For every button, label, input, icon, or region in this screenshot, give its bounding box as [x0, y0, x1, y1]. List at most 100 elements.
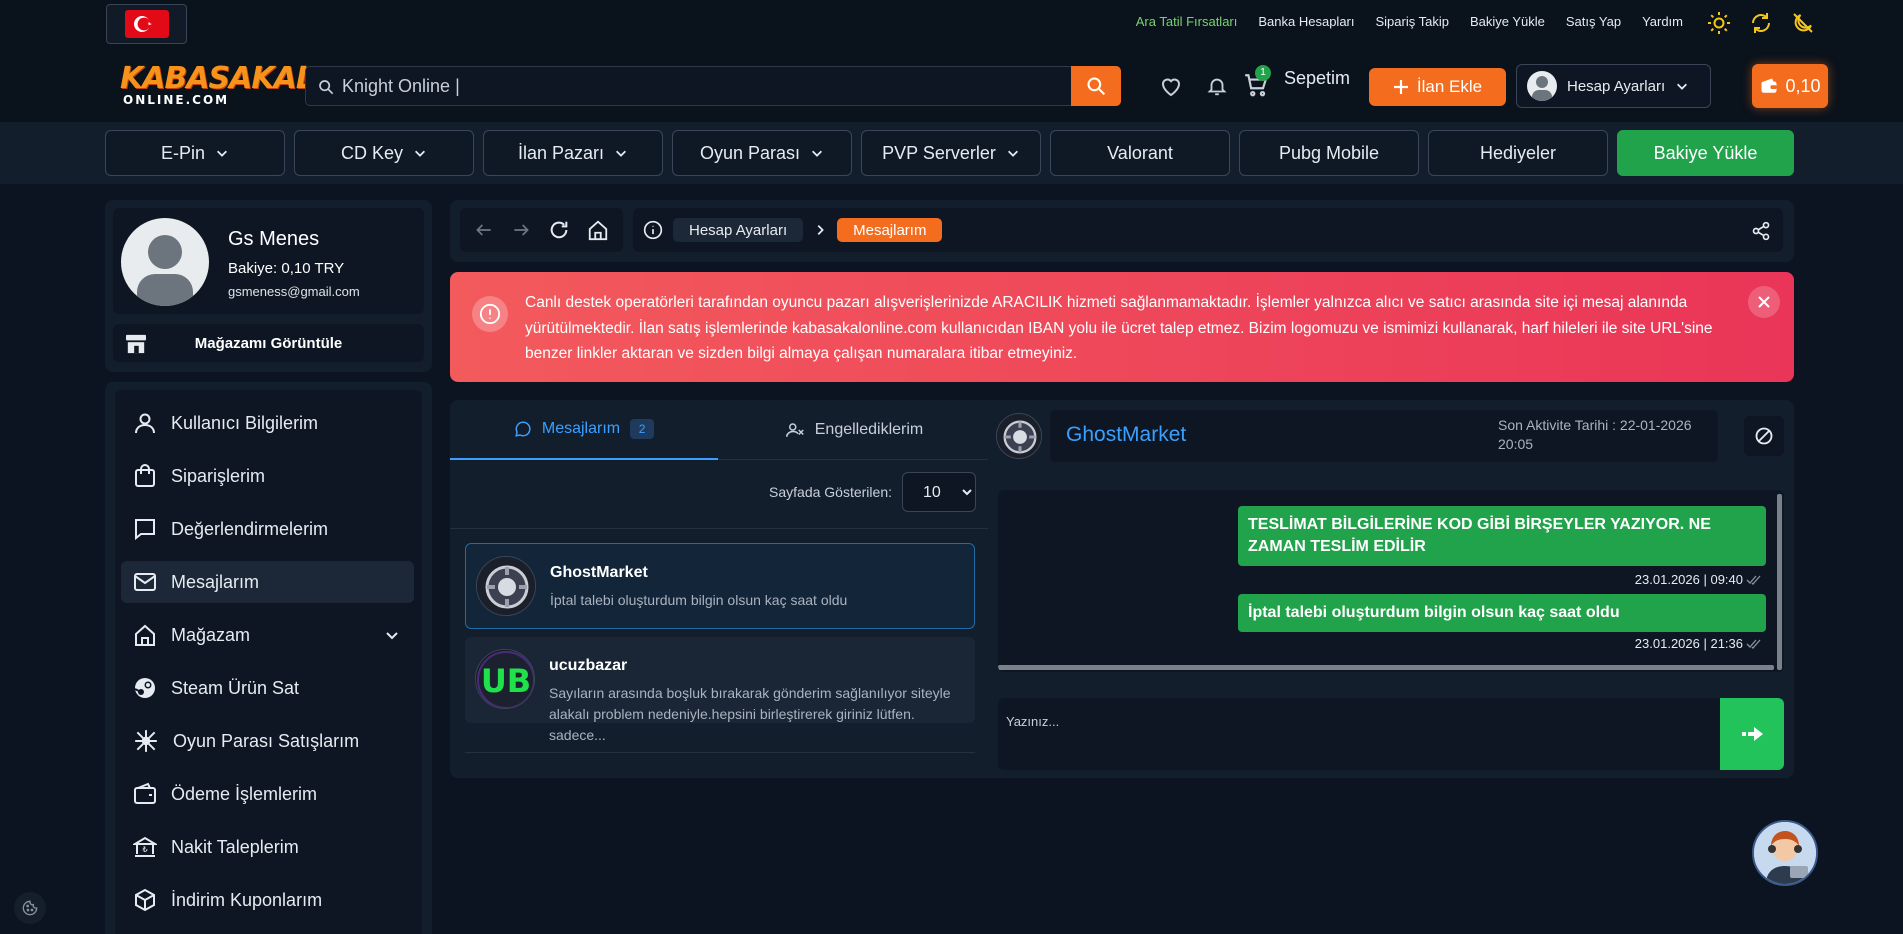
avatar [121, 218, 209, 306]
live-support-button[interactable] [1752, 820, 1818, 886]
chat-panel: GhostMarket Son Aktivite Tarihi : 22-01-… [988, 400, 1794, 778]
logo-text: KABASAKAL [120, 61, 315, 96]
home-icon[interactable] [587, 219, 609, 241]
sidebar-item-orders[interactable]: Siparişlerim [121, 455, 414, 497]
balance-value: 0,10 [1785, 75, 1821, 96]
nav-item-game-currency[interactable]: Oyun Parası [672, 130, 852, 176]
bank-icon: ₺ [133, 835, 157, 859]
sidebar-item-reviews[interactable]: Değerlendirmelerim [121, 508, 414, 550]
back-arrow-icon[interactable] [474, 220, 494, 240]
message-count-badge: 2 [630, 419, 655, 439]
vertical-scrollbar[interactable] [1777, 494, 1782, 670]
breadcrumb: Hesap Ayarları Mesajlarım [633, 208, 1783, 252]
chevron-down-icon [1006, 146, 1020, 160]
forward-arrow-icon[interactable] [511, 220, 531, 240]
sidebar-item-label: Kullanıcı Bilgilerim [171, 412, 319, 433]
nav-item-gifts[interactable]: Hediyeler [1428, 130, 1608, 176]
link-holiday-deals[interactable]: Ara Tatil Fırsatları [1136, 14, 1238, 29]
user-blocked-icon [785, 421, 805, 439]
nav-item-valorant[interactable]: Valorant [1050, 130, 1230, 176]
sidebar-item-label: Nakit Taleplerim [171, 836, 299, 857]
breadcrumb-account-settings[interactable]: Hesap Ayarları [673, 218, 804, 242]
nav-item-pvp-servers[interactable]: PVP Serverler [861, 130, 1041, 176]
nav-item-listing-market[interactable]: İlan Pazarı [483, 130, 663, 176]
balance-button[interactable]: 0,10 [1752, 64, 1828, 108]
refresh-icon[interactable] [1749, 11, 1773, 35]
comment-icon [133, 517, 157, 541]
horizontal-scrollbar[interactable] [998, 665, 1774, 670]
top-links: Ara Tatil Fırsatları Banka Hesapları Sip… [1136, 14, 1683, 29]
share-icon[interactable] [1751, 221, 1771, 241]
link-bank-accounts[interactable]: Banka Hesapları [1258, 14, 1354, 29]
bell-icon[interactable] [1206, 75, 1228, 97]
sidebar-item-user-info[interactable]: Kullanıcı Bilgilerim [121, 402, 414, 444]
link-order-tracking[interactable]: Sipariş Takip [1376, 14, 1449, 29]
view-store-button[interactable]: Mağazamı Görüntüle [113, 324, 424, 362]
link-sell[interactable]: Satış Yap [1566, 14, 1621, 29]
plus-icon [1393, 79, 1409, 95]
add-listing-button[interactable]: İlan Ekle [1369, 68, 1506, 106]
last-activity: Son Aktivite Tarihi : 22-01-2026 20:05 [1498, 417, 1692, 452]
search-input[interactable] [342, 67, 1042, 105]
close-icon[interactable] [1748, 286, 1780, 318]
chat-contact-name[interactable]: GhostMarket [1066, 423, 1186, 447]
site-logo[interactable]: KABASAKAL ONLINE.COM [120, 61, 315, 110]
message-timestamp: 23.01.2026 | 09:40 [1634, 572, 1743, 587]
message-tabs: Mesajlarım 2 Engellediklerim [450, 400, 988, 460]
list-item[interactable]: GhostMarket İptal talebi oluşturdum bilg… [465, 543, 975, 629]
svg-text:UB: UB [481, 662, 531, 700]
support-agent-icon [1754, 822, 1816, 884]
tab-messages[interactable]: Mesajlarım 2 [450, 400, 718, 460]
double-check-icon [1746, 639, 1762, 649]
sidebar-item-label: İndirim Kuponlarım [171, 889, 323, 910]
turkey-flag-icon [124, 10, 169, 38]
view-store-label: Mağazamı Görüntüle [194, 335, 343, 352]
nav-item-epin[interactable]: E-Pin [105, 130, 285, 176]
sidebar-item-messages[interactable]: Mesajlarım [121, 561, 414, 603]
list-item[interactable]: UB ucuzbazar Sayıların arasında boşluk b… [465, 637, 975, 743]
message-input[interactable] [998, 698, 1718, 770]
page-size-select[interactable]: 10 [902, 472, 976, 512]
sidebar-item-payments[interactable]: Ödeme İşlemlerim [121, 773, 414, 815]
chat-message-bubble: TESLİMAT BİLGİLERİNE KOD GİBİ BİRŞEYLER … [1238, 506, 1766, 566]
user-icon [133, 411, 157, 435]
moon-off-icon[interactable] [1791, 11, 1815, 35]
sidebar-item-label: Mağazam [171, 624, 251, 645]
svg-text:₺: ₺ [142, 845, 147, 854]
sidebar-item-game-currency-sales[interactable]: Oyun Parası Satışlarım [121, 720, 414, 762]
send-button[interactable] [1720, 698, 1784, 770]
nav-item-pubg-mobile[interactable]: Pubg Mobile [1239, 130, 1419, 176]
account-settings-button[interactable]: Hesap Ayarları [1516, 64, 1711, 108]
sidebar-item-cash-requests[interactable]: ₺ Nakit Taleplerim [121, 826, 414, 868]
page-size-control: Sayfada Gösterilen: 10 [450, 472, 988, 512]
top-bar: Ara Tatil Fırsatları Banka Hesapları Sip… [0, 0, 1903, 48]
steam-icon [133, 676, 157, 700]
block-icon [1754, 426, 1774, 446]
cart-button[interactable]: 1 Sepetim [1242, 65, 1350, 97]
sun-icon[interactable] [1707, 11, 1731, 35]
chat-message-bubble: İptal talebi oluşturdum bilgin olsun kaç… [1238, 594, 1766, 632]
reload-icon[interactable] [548, 219, 570, 241]
link-help[interactable]: Yardım [1642, 14, 1683, 29]
nav-item-load-balance[interactable]: Bakiye Yükle [1617, 130, 1794, 176]
tab-label: Mesajlarım [541, 420, 621, 437]
heart-icon[interactable] [1158, 74, 1184, 98]
block-user-button[interactable] [1744, 416, 1784, 456]
language-selector[interactable] [106, 4, 187, 44]
sidebar-item-coupons[interactable]: İndirim Kuponlarım [121, 879, 414, 921]
conversation-preview: İptal talebi oluşturdum bilgin olsun kaç… [550, 592, 848, 608]
tab-label: Engellediklerim [814, 421, 924, 438]
sidebar-item-my-store[interactable]: Mağazam [121, 614, 414, 656]
cookie-settings-button[interactable] [14, 892, 46, 924]
top-icons [1707, 11, 1815, 35]
nav-buttons [460, 208, 623, 252]
search-button[interactable] [1071, 66, 1121, 106]
header-icons [1158, 74, 1228, 98]
chevron-down-icon [1675, 79, 1689, 93]
link-load-balance[interactable]: Bakiye Yükle [1470, 14, 1545, 29]
sidebar-item-steam-sell[interactable]: Steam Ürün Sat [121, 667, 414, 709]
wallet-icon [133, 782, 157, 806]
sidebar-item-label: Değerlendirmelerim [171, 518, 329, 539]
tab-blocked[interactable]: Engellediklerim [720, 400, 988, 460]
nav-item-cdkey[interactable]: CD Key [294, 130, 474, 176]
